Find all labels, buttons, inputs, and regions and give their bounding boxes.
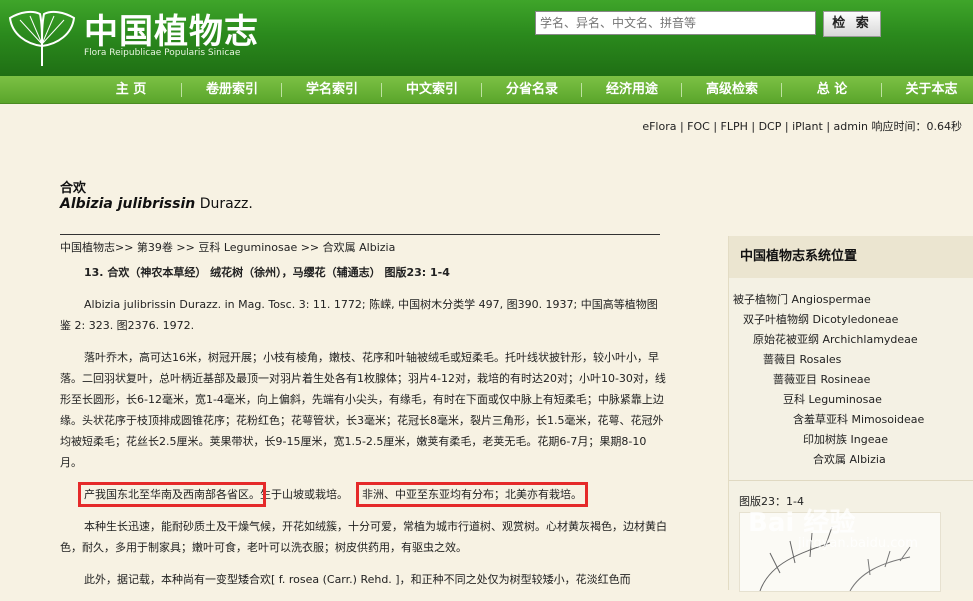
- tree-item-subclass[interactable]: 原始花被亚纲 Archichlamydeae: [753, 331, 918, 347]
- site-title[interactable]: 中国植物志: [84, 4, 259, 53]
- morphology-paragraph: 落叶乔木，高可达16米，树冠开展；小枝有棱角，嫩枝、花序和叶轴被绒毛或短柔毛。托…: [60, 351, 666, 469]
- tree-item-suborder[interactable]: 蔷薇亚目 Rosineae: [773, 371, 870, 387]
- tree-item-subfamily[interactable]: 含羞草亚科 Mimosoideae: [793, 411, 924, 427]
- tree-item-class[interactable]: 双子叶植物纲 Dicotyledoneae: [743, 311, 898, 327]
- distribution-china-highlight: 产我国东北至华南及西南部各省区。: [78, 482, 266, 507]
- nav-advanced-search[interactable]: 高级检索: [690, 76, 774, 103]
- search-button[interactable]: 检 索: [823, 11, 881, 37]
- site-subtitle: Flora Reipublicae Popularis Sinicae: [84, 48, 241, 58]
- nav-home[interactable]: 主 页: [88, 76, 174, 103]
- nav-chinese-index[interactable]: 中文索引: [390, 76, 474, 103]
- nav-separator: [581, 83, 582, 97]
- species-description: 13. 合欢（神农本草经） 绒花树（徐州），马缨花（辅通志） 图版23: 1-4…: [60, 262, 668, 601]
- variety-paragraph: 此外，据记载，本种尚有一变型矮合欢[ f. rosea (Carr.) Rehd…: [84, 573, 631, 586]
- nav-separator: [781, 83, 782, 97]
- nav-economic-uses[interactable]: 经济用途: [590, 76, 674, 103]
- baidu-watermark: Bai 经验: [748, 508, 856, 538]
- ginkgo-leaf-logo-icon[interactable]: [6, 4, 78, 70]
- tree-item-family[interactable]: 豆科 Leguminosae: [783, 391, 882, 407]
- tree-item-order[interactable]: 蔷薇目 Rosales: [763, 351, 841, 367]
- distribution-paragraph: 产我国东北至华南及西南部各省区。生于山坡或栽培。 非洲、中亚至东亚均有分布；北美亦…: [60, 482, 668, 507]
- latin-binomial: Albizia julibrissin: [60, 196, 196, 212]
- species-latin-name: Albizia julibrissin Durazz.: [60, 196, 253, 212]
- nav-separator: [881, 83, 882, 97]
- baidu-watermark-url: jingyan.baidu.com: [798, 536, 918, 551]
- nav-scientific-index[interactable]: 学名索引: [290, 76, 374, 103]
- species-heading: 13. 合欢（神农本草经） 绒花树（徐州），马缨花（辅通志） 图版23: 1-4: [84, 266, 450, 279]
- sidebar-divider: [729, 480, 973, 481]
- latin-author: Durazz.: [199, 196, 253, 212]
- nav-province-list[interactable]: 分省名录: [490, 76, 574, 103]
- species-chinese-name: 合欢: [60, 181, 87, 196]
- search-input[interactable]: [535, 11, 816, 35]
- sidebar-title: 中国植物志系统位置: [729, 236, 973, 278]
- nav-about[interactable]: 关于本志: [890, 76, 973, 103]
- nav-volume-index[interactable]: 卷册索引: [190, 76, 274, 103]
- habitat-text: 生于山坡或栽培。: [260, 488, 348, 501]
- title-divider: [60, 234, 660, 235]
- nav-separator: [181, 83, 182, 97]
- breadcrumb[interactable]: 中国植物志>> 第39卷 >> 豆科 Leguminosae >> 合欢属 Al…: [60, 239, 395, 255]
- external-links-bar[interactable]: eFlora | FOC | FLPH | DCP | iPlant | adm…: [642, 118, 962, 134]
- site-header: 中国植物志 Flora Reipublicae Popularis Sinica…: [0, 0, 973, 76]
- nav-separator: [281, 83, 282, 97]
- uses-paragraph: 本种生长迅速，能耐砂质土及干燥气候，开花如绒簇，十分可爱，常植为城市行道树、观赏…: [60, 520, 667, 554]
- tree-item-genus[interactable]: 合欢属 Albizia: [813, 451, 886, 467]
- nav-separator: [481, 83, 482, 97]
- nav-separator: [681, 83, 682, 97]
- references-paragraph: Albizia julibrissin Durazz. in Mag. Tosc…: [60, 298, 658, 332]
- nav-separator: [381, 83, 382, 97]
- distribution-world-highlight: 非洲、中亚至东亚均有分布；北美亦有栽培。: [356, 482, 588, 507]
- tree-item-tribe[interactable]: 印加树族 Ingeae: [803, 431, 888, 447]
- main-navbar: 主 页 卷册索引 学名索引 中文索引 分省名录 经济用途 高级检索 总 论 关于…: [0, 76, 973, 104]
- tree-item-phylum[interactable]: 被子植物门 Angiospermae: [733, 291, 871, 307]
- nav-overview[interactable]: 总 论: [790, 76, 874, 103]
